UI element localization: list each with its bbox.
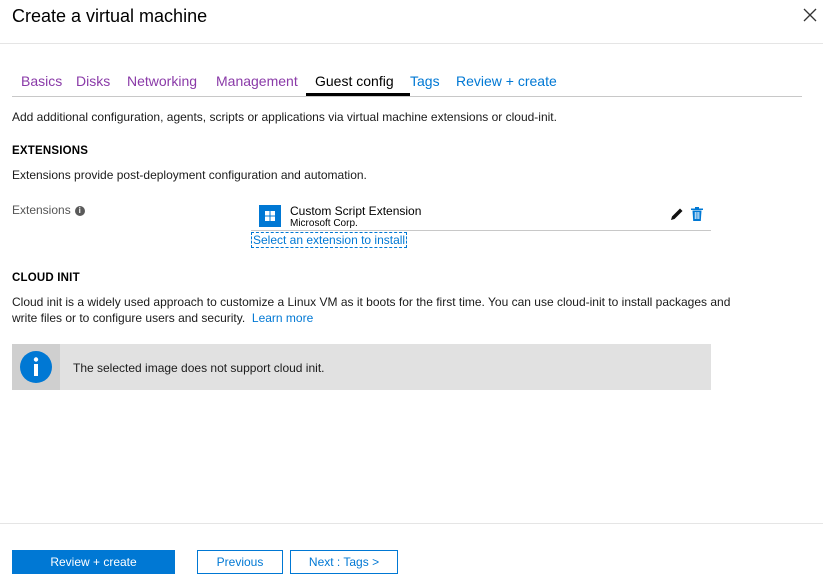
extensions-field-label: Extensions i bbox=[12, 203, 85, 217]
extensions-heading: EXTENSIONS bbox=[12, 145, 89, 157]
select-extension-link[interactable]: Select an extension to install bbox=[251, 232, 408, 248]
tab-basics[interactable]: Basics bbox=[21, 73, 62, 89]
extension-publisher: Microsoft Corp. bbox=[290, 218, 358, 229]
notice-text: The selected image does not support clou… bbox=[73, 361, 325, 375]
active-tab-indicator bbox=[306, 93, 410, 96]
extensions-label-text: Extensions bbox=[12, 203, 71, 217]
notice-icon-box bbox=[12, 344, 60, 390]
previous-button[interactable]: Previous bbox=[197, 550, 283, 574]
edit-icon[interactable] bbox=[669, 206, 685, 222]
cloud-init-heading: CLOUD INIT bbox=[12, 272, 80, 284]
cloud-init-description-text: write files or to configure users and se… bbox=[12, 311, 246, 325]
delete-icon[interactable] bbox=[691, 207, 703, 221]
tab-guest-config[interactable]: Guest config bbox=[315, 73, 394, 89]
intro-text: Add additional configuration, agents, sc… bbox=[12, 110, 557, 124]
review-create-button[interactable]: Review + create bbox=[12, 550, 175, 574]
tab-management[interactable]: Management bbox=[216, 73, 298, 89]
tab-tags[interactable]: Tags bbox=[410, 73, 440, 89]
next-tags-button[interactable]: Next : Tags > bbox=[290, 550, 398, 574]
tab-bar: Basics Disks Networking Management Guest… bbox=[12, 70, 802, 97]
extension-name: Custom Script Extension bbox=[290, 204, 422, 218]
footer: Review + create Previous Next : Tags > bbox=[0, 523, 823, 585]
page-title: Create a virtual machine bbox=[12, 6, 208, 26]
extensions-description: Extensions provide post-deployment confi… bbox=[12, 168, 367, 182]
cloud-init-description-line1: Cloud init is a widely used approach to … bbox=[12, 295, 731, 309]
cloud-init-notice: The selected image does not support clou… bbox=[12, 344, 711, 390]
tab-networking[interactable]: Networking bbox=[127, 73, 197, 89]
tab-review-create[interactable]: Review + create bbox=[456, 73, 557, 89]
cloud-init-description-line2: write files or to configure users and se… bbox=[12, 311, 313, 325]
notice-info-icon bbox=[20, 351, 52, 383]
info-icon[interactable]: i bbox=[74, 205, 85, 216]
learn-more-link[interactable]: Learn more bbox=[252, 311, 313, 325]
close-icon[interactable] bbox=[801, 6, 819, 24]
tab-disks[interactable]: Disks bbox=[76, 73, 110, 89]
extension-list-item[interactable]: Custom Script Extension Microsoft Corp. bbox=[251, 201, 711, 231]
blade-header: Create a virtual machine bbox=[0, 0, 823, 44]
extension-icon bbox=[259, 205, 281, 227]
